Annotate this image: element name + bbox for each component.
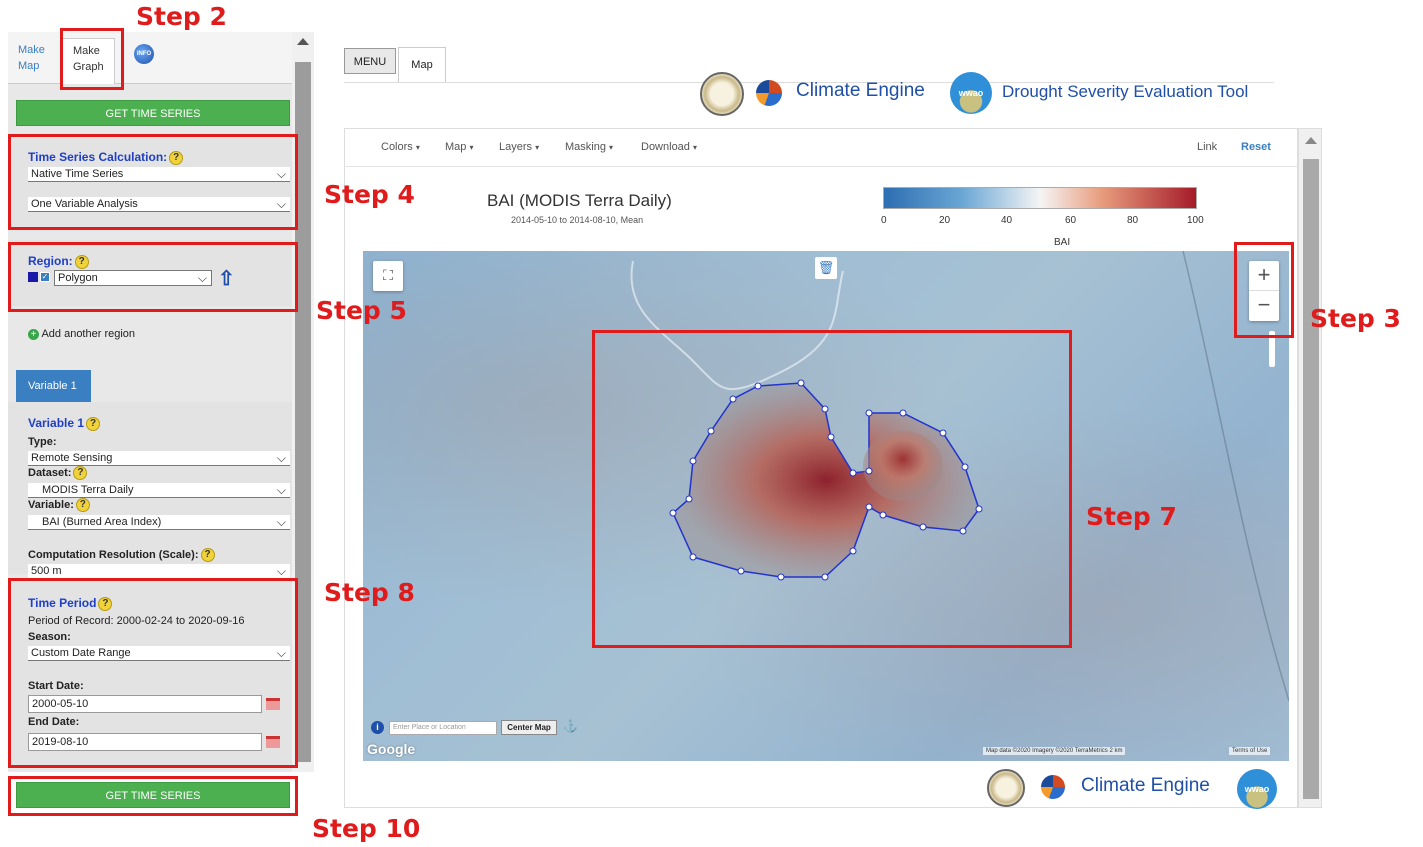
highlight-box-step-8: [8, 578, 298, 768]
annotation-step-8: Step 8: [324, 578, 415, 607]
legend-tick: 20: [939, 215, 951, 226]
help-icon[interactable]: ?: [73, 466, 88, 480]
chevron-down-icon: ⌵: [276, 451, 286, 465]
scroll-thumb[interactable]: [1303, 159, 1319, 799]
resolution-label: Computation Resolution (Scale):?: [28, 548, 215, 562]
map-tab[interactable]: Map: [398, 47, 446, 83]
seal-logo: [987, 769, 1025, 807]
highlight-box-step-3: [1234, 242, 1294, 338]
annotation-step-4: Step 4: [324, 180, 415, 209]
legend-tick: 40: [1001, 215, 1013, 226]
seal-logo: [700, 72, 744, 116]
trash-icon[interactable]: 🗑: [815, 257, 837, 279]
annotation-step-3: Step 3: [1310, 304, 1401, 333]
help-icon[interactable]: ?: [86, 416, 101, 431]
type-select[interactable]: Remote Sensing ⌵: [28, 451, 290, 466]
nav-download[interactable]: Download ▾: [641, 141, 697, 153]
add-region-link[interactable]: + Add another region: [28, 328, 135, 340]
annotation-step-7: Step 7: [1086, 502, 1177, 531]
info-circle-icon[interactable]: i: [371, 721, 384, 734]
dataset-select[interactable]: MODIS Terra Daily ⌵: [28, 483, 290, 498]
map-attribution: Map data ©2020 Imagery ©2020 TerraMetric…: [983, 747, 1126, 755]
nav-colors[interactable]: Colors ▾: [381, 141, 420, 153]
dataset-label: Dataset:?: [28, 466, 88, 480]
highlight-box-step-2: [60, 28, 124, 90]
annotation-step-10: Step 10: [312, 814, 421, 843]
highlight-box-step-5: [8, 242, 298, 312]
menu-button[interactable]: MENU: [344, 48, 396, 74]
legend-colorbar: [883, 187, 1197, 209]
legend-tick: 100: [1187, 215, 1204, 226]
google-logo: Google: [367, 741, 416, 757]
variable-title: Variable 1?: [28, 416, 101, 431]
variable-section: Variable 1? Type: Remote Sensing ⌵ Datase…: [8, 402, 292, 579]
annotation-step-5: Step 5: [316, 296, 407, 325]
nav-layers[interactable]: Layers ▾: [499, 141, 539, 153]
terms-link[interactable]: Terms of Use: [1229, 747, 1271, 755]
chevron-down-icon: ⌵: [276, 483, 286, 497]
annotation-step-2: Step 2: [136, 2, 227, 31]
legend-tick: 60: [1065, 215, 1077, 226]
help-icon[interactable]: ?: [200, 548, 215, 562]
pegman-icon[interactable]: ⚓: [563, 719, 578, 733]
legend-title: BAI: [1054, 237, 1071, 248]
reset-button[interactable]: Reset: [1241, 141, 1271, 153]
map-title: BAI (MODIS Terra Daily): [487, 191, 672, 210]
link-button[interactable]: Link: [1197, 141, 1217, 153]
tab-row: Make Map Make Graph INFO: [8, 32, 292, 84]
center-map-button[interactable]: Center Map: [501, 720, 557, 735]
type-label: Type:: [28, 436, 57, 448]
brand-title: Climate Engine: [796, 80, 925, 101]
highlight-box-step-10: [8, 776, 298, 816]
place-search-input[interactable]: Enter Place or Location: [389, 721, 497, 735]
tool-title: Drought Severity Evaluation Tool: [1002, 82, 1249, 101]
legend-tick: 80: [1127, 215, 1139, 226]
variable-select[interactable]: BAI (Burned Area Index) ⌵: [28, 515, 290, 530]
get-time-series-button-top[interactable]: GET TIME SERIES: [16, 100, 290, 126]
scroll-up-icon[interactable]: [297, 38, 309, 45]
map-scrollbar[interactable]: [1298, 128, 1322, 808]
wwao-logo: wwao: [1237, 769, 1277, 809]
highlight-box-step-4: [8, 134, 298, 230]
climate-engine-logo: [756, 80, 782, 106]
nav-masking[interactable]: Masking ▾: [565, 141, 613, 153]
highlight-box-step-7: [592, 330, 1072, 648]
wwao-logo: wwao: [950, 72, 992, 114]
add-icon: +: [28, 328, 39, 340]
footer-brand-title: Climate Engine: [1081, 775, 1210, 796]
fullscreen-icon[interactable]: ⛶: [373, 261, 403, 291]
climate-engine-logo: [1041, 775, 1065, 799]
info-icon[interactable]: INFO: [134, 44, 154, 64]
map-subtitle: 2014-05-10 to 2014-08-10, Mean: [511, 215, 644, 225]
chevron-down-icon: ⌵: [276, 515, 286, 529]
legend-tick: 0: [881, 215, 887, 226]
resolution-select[interactable]: 500 m ⌵: [28, 564, 290, 579]
help-icon[interactable]: ?: [75, 498, 90, 512]
chevron-down-icon: ⌵: [276, 564, 286, 578]
tab-make-map[interactable]: Make Map: [18, 42, 45, 74]
scroll-up-icon[interactable]: [1305, 137, 1317, 144]
variable-label: Variable:?: [28, 498, 90, 512]
nav-map[interactable]: Map ▾: [445, 141, 473, 153]
map-nav-bar: Colors ▾ Map ▾ Layers ▾ Masking ▾ Downlo…: [345, 129, 1297, 167]
variable-1-tab[interactable]: Variable 1: [16, 370, 91, 402]
